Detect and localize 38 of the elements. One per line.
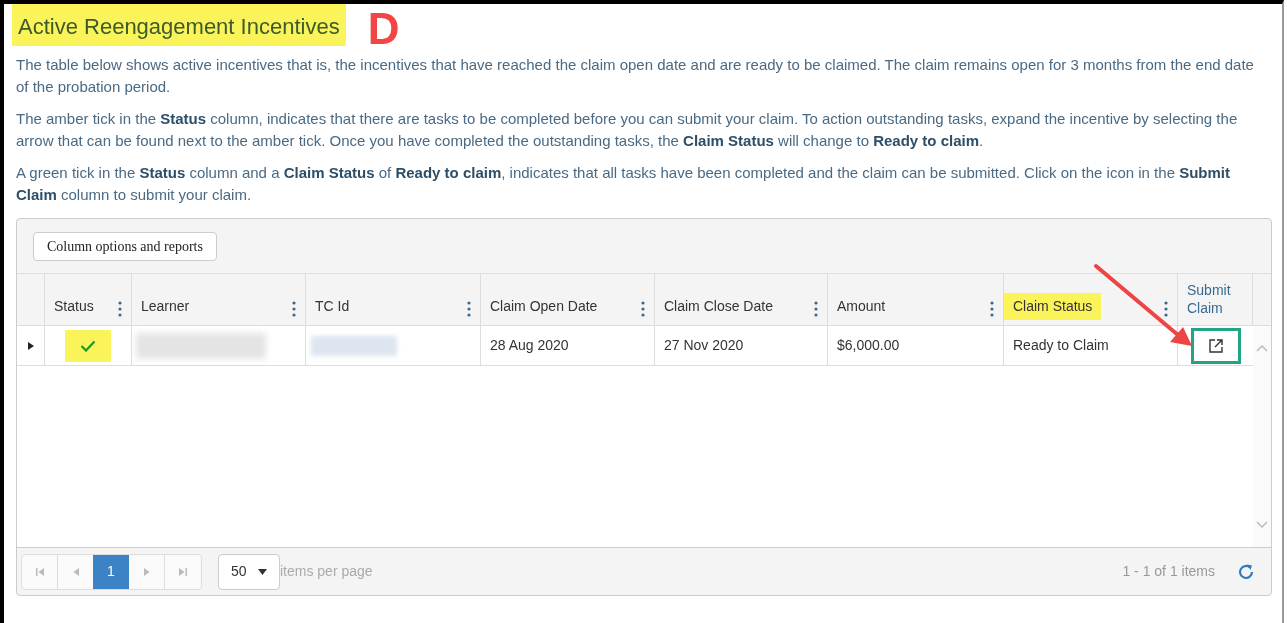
column-header[interactable]: Status [54,296,94,317]
table-cell-text: $6,000.00 [837,336,900,355]
last-page-icon [178,566,188,577]
page-size-dropdown[interactable]: 50 [218,553,280,590]
column-header[interactable]: Claim Status [1004,293,1102,320]
annotation-letter: D [367,6,400,52]
column-header[interactable]: Claim Close Date [664,296,773,317]
column-menu-icon[interactable] [467,301,471,317]
column-menu-icon[interactable] [292,301,296,317]
column-menu-icon[interactable] [118,301,122,317]
table-cell-text: 27 Nov 2020 [664,336,744,355]
column-header[interactable]: Claim Open Date [490,296,598,317]
column-header[interactable]: Amount [837,296,886,317]
submit-claim-button[interactable] [1190,327,1241,364]
first-page-icon [34,566,45,577]
previous-page-icon [71,566,80,577]
next-page-icon [142,566,151,577]
column-menu-icon[interactable] [814,301,818,317]
column-menu-icon[interactable] [641,301,645,317]
refresh-icon[interactable] [1237,562,1255,581]
description-paragraph: The amber tick in the Status column, indicates that there are tasks to be completed before you can submit your claim. To action outstanding tasks, expand the incentive by selecting the arrow that can be found next to the amber tick. Once you have completed the outstanding tasks, the Claim Status will change to Ready to claim. [16,109,1239,151]
column-header[interactable]: Submit Claim [1187,281,1243,317]
column-options-button[interactable]: Column options and reports [33,231,217,261]
page-button[interactable]: 1 [93,554,129,589]
column-menu-icon[interactable] [990,301,994,317]
items-summary: 1 - 1 of 1 items [1122,562,1215,581]
description-paragraph: The table below shows active incentives that is, the incentives that have reached the claim open date and are ready to be claimed. The claim remains open for 3 months from the end date of the probation period. [16,55,1255,97]
table-cell-text: Ready to Claim [1013,336,1109,355]
table-cell-text: 28 Aug 2020 [490,336,569,355]
expand-arrow-icon[interactable] [26,341,35,350]
page-size-label: items per page [280,562,373,581]
column-header[interactable]: Learner [141,296,190,317]
caret-icon [258,568,267,575]
description-paragraph: A green tick in the Status column and a Claim Status of Ready to claim, indicates that all tasks have been completed and the claim can be submitted. Click on the icon in the Submit Claim column to submit your claim. [16,163,1231,205]
column-menu-icon[interactable] [1164,301,1168,317]
column-header[interactable]: TC Id [315,296,350,317]
page-title: Active Reengagement Incentives [12,4,346,46]
external-link-icon [1207,337,1224,354]
